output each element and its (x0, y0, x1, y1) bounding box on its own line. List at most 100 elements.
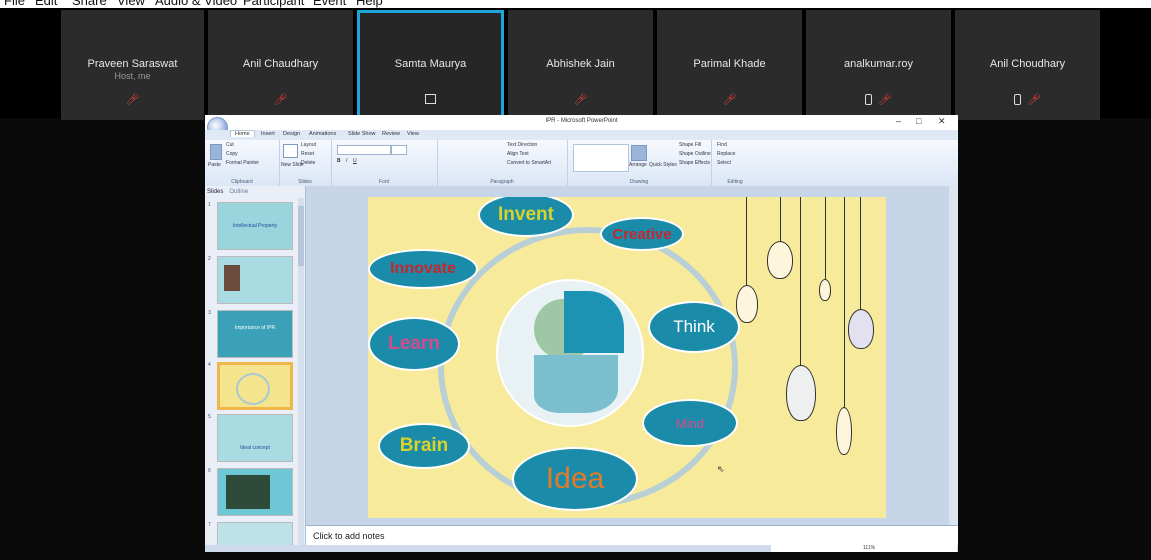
bulb-icon (848, 309, 874, 349)
slide-number: 2 (208, 256, 211, 262)
mic-muted-icon[interactable]: 🎤︎ (126, 94, 140, 106)
slide-scrollbar[interactable] (949, 186, 958, 525)
shape-outline-button[interactable]: Shape Outline (679, 151, 711, 157)
font-name-select[interactable] (337, 145, 391, 155)
underline-icon[interactable]: U (353, 158, 357, 164)
convert-smartart-button[interactable]: Convert to SmartArt (507, 160, 551, 166)
participant-tile[interactable]: Praveen Saraswat Host, me 🎤︎ (61, 10, 204, 120)
tab-view[interactable]: View (407, 131, 419, 137)
find-button[interactable]: Find (717, 142, 727, 148)
bulb-cord (844, 197, 845, 409)
slide-number: 6 (208, 468, 211, 474)
shape-effects-button[interactable]: Shape Effects (679, 160, 710, 166)
bulb-icon (836, 407, 852, 455)
participant-role: Host, me (114, 71, 151, 81)
slide-thumbnail-selected[interactable] (217, 362, 293, 410)
format-painter-button[interactable]: Format Painter (226, 160, 259, 166)
slide-thumbnail[interactable] (217, 256, 293, 304)
shape-fill-button[interactable]: Shape Fill (679, 142, 701, 148)
tab-slide-show[interactable]: Slide Show (348, 131, 376, 137)
notes-placeholder: Click to add notes (313, 531, 385, 541)
ribbon: Paste Cut Copy Format Painter Clipboard … (205, 140, 958, 187)
paste-button[interactable]: Paste (208, 162, 221, 168)
scroll-thumb[interactable] (298, 206, 304, 266)
bubble-idea: Idea (512, 447, 638, 511)
tab-insert[interactable]: Insert (261, 131, 275, 137)
minimize-icon[interactable]: – (896, 116, 901, 126)
text-direction-button[interactable]: Text Direction (507, 142, 537, 148)
menu-edit[interactable]: Edit (35, 0, 57, 8)
participant-name: Abhishek Jain (546, 58, 615, 70)
participant-tile-active[interactable]: Samta Maurya (357, 10, 504, 120)
bulb-cord (746, 197, 747, 287)
align-text-button[interactable]: Align Text (507, 151, 529, 157)
bold-icon[interactable]: B (337, 158, 341, 164)
ppt-titlebar: IPR - Microsoft PowerPoint – □ ✕ (205, 115, 958, 130)
tab-outline[interactable]: Outline (229, 189, 248, 195)
menu-file[interactable]: File (4, 0, 25, 8)
slide-thumbnail[interactable]: Intellectual Property (217, 202, 293, 250)
slide-thumbnail[interactable] (217, 468, 293, 516)
puzzle-piece-light (534, 355, 618, 413)
delete-button[interactable]: Delete (301, 160, 315, 166)
tab-review[interactable]: Review (382, 131, 400, 137)
menu-audio-video[interactable]: Audio & Video (155, 0, 237, 8)
slide-thumbnail[interactable]: Importance of IPR (217, 310, 293, 358)
group-label: Editing (727, 179, 743, 185)
participant-name: Praveen Saraswat (87, 58, 178, 70)
replace-button[interactable]: Replace (717, 151, 735, 157)
zoom-level[interactable]: 111% (863, 545, 875, 551)
bubble-learn: Learn (368, 317, 460, 371)
menu-view[interactable]: View (117, 0, 145, 8)
participant-tile[interactable]: Abhishek Jain 🎤︎ (508, 10, 653, 120)
clipboard-group: Paste Cut Copy Format Painter Clipboard (205, 140, 280, 186)
slides-panel: Slides Outline 1 Intellectual Property 2 … (205, 186, 306, 552)
mic-muted-icon[interactable]: 🎤︎ (723, 94, 737, 106)
close-icon[interactable]: ✕ (938, 116, 946, 127)
notes-pane[interactable]: Click to add notes (306, 525, 958, 546)
slide-thumbnail[interactable]: Ideal concept (217, 414, 293, 462)
thumbnail-ring (236, 373, 270, 405)
slide: Invent Creative Innovate Think Learn Min… (368, 197, 886, 518)
mic-muted-icon[interactable]: 🎤︎ (574, 94, 588, 106)
new-slide-icon[interactable] (283, 144, 298, 158)
group-label: Font (378, 179, 389, 185)
arrange-icon[interactable] (631, 145, 647, 161)
slides-group: New Slide Layout Reset Delete Slides (279, 140, 332, 186)
reset-button[interactable]: Reset (301, 151, 314, 157)
mic-muted-icon[interactable]: 🎤︎ (878, 94, 892, 106)
participant-tile[interactable]: analkumar.roy 🎤︎ (806, 10, 951, 120)
menu-share[interactable]: Share (72, 0, 107, 8)
layout-button[interactable]: Layout (301, 142, 316, 148)
menu-participant[interactable]: Participant (243, 0, 304, 8)
participant-tile[interactable]: Anil Chaudhary 🎤︎ (208, 10, 353, 120)
arrange-button[interactable]: Arrange (629, 162, 647, 168)
menu-help[interactable]: Help (356, 0, 383, 8)
participant-tile[interactable]: Anil Choudhary 🎤︎ (955, 10, 1100, 120)
cut-button[interactable]: Cut (226, 142, 234, 148)
shapes-gallery[interactable] (573, 144, 629, 172)
participant-name: Samta Maurya (394, 58, 467, 70)
menu-event[interactable]: Event (313, 0, 346, 8)
quick-styles-button[interactable]: Quick Styles (649, 162, 677, 168)
participant-name: Anil Chaudhary (242, 58, 319, 70)
panel-tabs: Slides Outline (207, 189, 248, 195)
font-size-select[interactable] (391, 145, 407, 155)
tab-home[interactable]: Home (230, 130, 255, 137)
bulb-cord (780, 197, 781, 243)
tab-slides[interactable]: Slides (207, 189, 223, 195)
tab-animations[interactable]: Animations (309, 131, 336, 137)
thumbnail-title: Importance of IPR (234, 325, 276, 331)
mic-muted-icon[interactable]: 🎤︎ (1027, 94, 1041, 106)
puzzle-head-image (496, 279, 644, 427)
paste-icon[interactable] (210, 144, 222, 160)
panel-scrollbar[interactable] (298, 198, 304, 548)
tab-design[interactable]: Design (283, 131, 300, 137)
select-button[interactable]: Select (717, 160, 731, 166)
shared-screen-powerpoint: IPR - Microsoft PowerPoint – □ ✕ Home In… (205, 115, 958, 552)
participant-tile[interactable]: Parimal Khade 🎤︎ (657, 10, 802, 120)
copy-button[interactable]: Copy (226, 151, 238, 157)
mic-muted-icon[interactable]: 🎤︎ (274, 94, 288, 106)
maximize-icon[interactable]: □ (916, 116, 921, 126)
italic-icon[interactable]: I (346, 158, 347, 164)
